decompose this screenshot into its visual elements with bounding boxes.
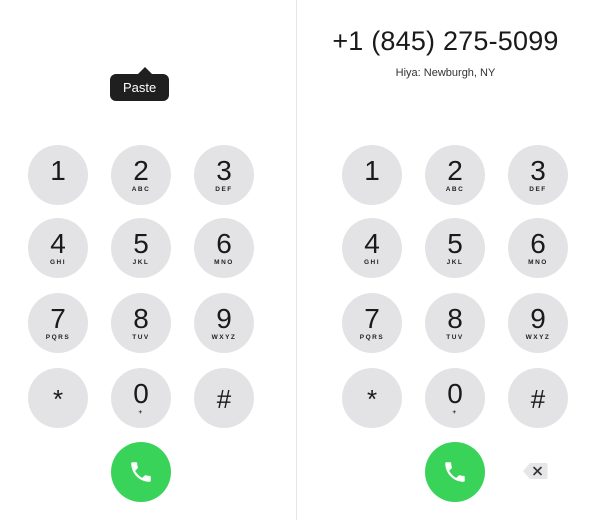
- key-digit: 3: [216, 154, 232, 186]
- key-letters: MNO: [214, 258, 234, 266]
- call-button[interactable]: [111, 442, 171, 502]
- key-digit: 8: [133, 302, 149, 334]
- key-5[interactable]: 5 JKL: [425, 218, 485, 278]
- key-letters: TUV: [446, 333, 464, 341]
- key-0[interactable]: 0 +: [425, 368, 485, 428]
- key-digit: #: [216, 384, 232, 414]
- key-6[interactable]: 6 MNO: [508, 218, 568, 278]
- paste-popover[interactable]: Paste: [110, 67, 170, 101]
- key-letters: MNO: [528, 258, 548, 266]
- key-7[interactable]: 7 PQRS: [28, 293, 88, 353]
- key-9[interactable]: 9 WXYZ: [194, 293, 254, 353]
- key-9[interactable]: 9 WXYZ: [508, 293, 568, 353]
- key-digit: *: [366, 384, 378, 414]
- key-0[interactable]: 0 +: [111, 368, 171, 428]
- key-letters: GHI: [363, 258, 381, 266]
- key-5[interactable]: 5 JKL: [111, 218, 171, 278]
- popover-arrow: [138, 67, 152, 74]
- key-hash[interactable]: #: [194, 368, 254, 428]
- key-8[interactable]: 8 TUV: [111, 293, 171, 353]
- key-letters: ABC: [445, 185, 465, 193]
- key-digit: 5: [447, 227, 463, 259]
- key-letters: WXYZ: [211, 333, 237, 341]
- key-star[interactable]: *: [28, 368, 88, 428]
- key-letters: +: [138, 408, 144, 416]
- backspace-icon: [523, 463, 548, 479]
- key-digit: 1: [50, 154, 66, 186]
- key-letters: GHI: [49, 258, 67, 266]
- key-digit: 0: [447, 377, 463, 409]
- delete-button[interactable]: [522, 462, 548, 480]
- key-digit: 1: [364, 154, 380, 186]
- key-3[interactable]: 3 DEF: [194, 145, 254, 205]
- key-star[interactable]: *: [342, 368, 402, 428]
- key-digit: 2: [133, 154, 149, 186]
- key-digit: 9: [530, 302, 546, 334]
- key-digit: 7: [50, 302, 66, 334]
- phone-icon: [445, 462, 465, 482]
- key-2[interactable]: 2 ABC: [111, 145, 171, 205]
- key-digit: 5: [133, 227, 149, 259]
- key-1[interactable]: 1: [28, 145, 88, 205]
- key-letters: PQRS: [359, 333, 385, 341]
- key-letters: JKL: [446, 258, 464, 266]
- key-letters: ABC: [131, 185, 151, 193]
- key-6[interactable]: 6 MNO: [194, 218, 254, 278]
- key-2[interactable]: 2 ABC: [425, 145, 485, 205]
- key-digit: 4: [364, 227, 380, 259]
- key-8[interactable]: 8 TUV: [425, 293, 485, 353]
- call-button[interactable]: [425, 442, 485, 502]
- key-digit: *: [52, 384, 64, 414]
- right-dialer-panel: +1 (845) 275-5099 Hiya: Newburgh, NY 1 2…: [297, 0, 594, 520]
- caller-id-label: Hiya: Newburgh, NY: [395, 67, 496, 79]
- key-digit: 7: [364, 302, 380, 334]
- key-letters: WXYZ: [525, 333, 551, 341]
- key-digit: 8: [447, 302, 463, 334]
- key-letters: DEF: [529, 185, 547, 193]
- key-digit: 4: [50, 227, 66, 259]
- key-4[interactable]: 4 GHI: [342, 218, 402, 278]
- key-3[interactable]: 3 DEF: [508, 145, 568, 205]
- key-digit: 3: [530, 154, 546, 186]
- phone-icon: [131, 462, 151, 482]
- key-digit: #: [530, 384, 546, 414]
- key-7[interactable]: 7 PQRS: [342, 293, 402, 353]
- key-digit: 9: [216, 302, 232, 334]
- key-hash[interactable]: #: [508, 368, 568, 428]
- key-1[interactable]: 1: [342, 145, 402, 205]
- key-4[interactable]: 4 GHI: [28, 218, 88, 278]
- left-dialer-panel: Paste 1 2 ABC 3 DEF 4 GHI 5 JKL 6 MNO 7 …: [0, 0, 297, 520]
- key-letters: TUV: [132, 333, 150, 341]
- key-letters: PQRS: [45, 333, 71, 341]
- key-digit: 6: [530, 227, 546, 259]
- key-digit: 0: [133, 377, 149, 409]
- dialed-number[interactable]: +1 (845) 275-5099: [297, 26, 594, 57]
- key-digit: 2: [447, 154, 463, 186]
- key-letters: DEF: [215, 185, 233, 193]
- key-letters: +: [452, 408, 458, 416]
- paste-button[interactable]: Paste: [110, 74, 170, 101]
- key-digit: 6: [216, 227, 232, 259]
- key-letters: JKL: [132, 258, 150, 266]
